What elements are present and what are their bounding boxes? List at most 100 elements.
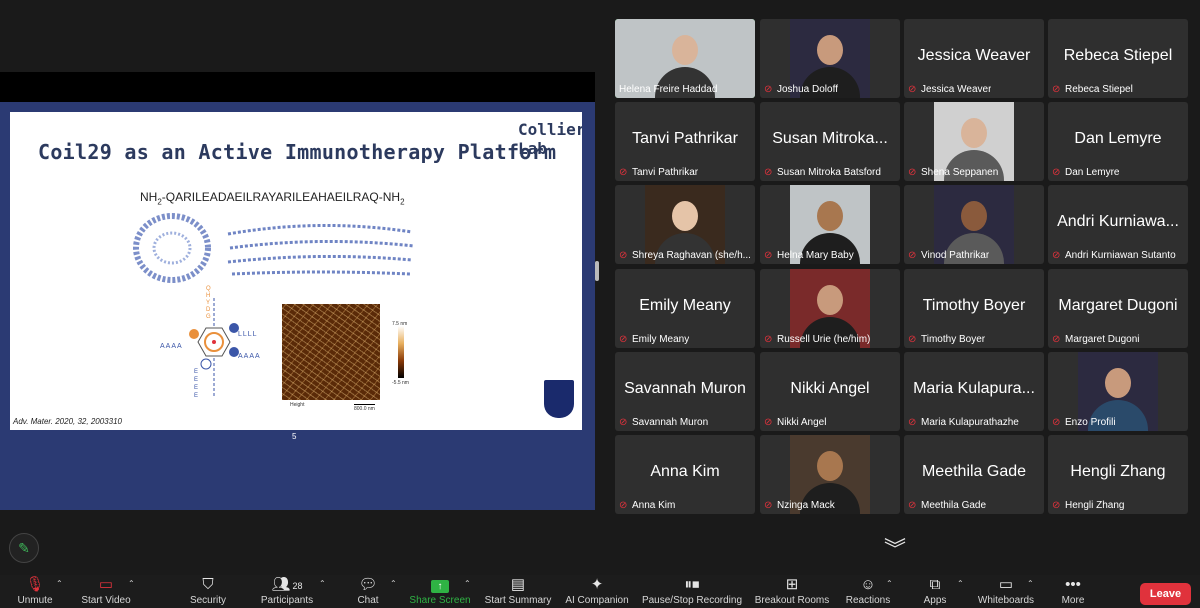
shared-screen: Coil29 as an Active Immunotherapy Platfo… bbox=[0, 72, 595, 510]
breakout-rooms-label: Breakout Rooms bbox=[754, 595, 830, 606]
apps-options-caret[interactable]: ⌃ bbox=[957, 579, 964, 588]
participant-tile[interactable]: ⊘ Shena Seppanen bbox=[904, 102, 1044, 181]
participant-count: 28 bbox=[292, 581, 303, 591]
ai-companion-label: AI Companion bbox=[565, 595, 629, 606]
person-head bbox=[672, 201, 698, 231]
participant-tile[interactable]: Hengli Zhang ⊘ Hengli Zhang bbox=[1048, 435, 1188, 514]
participant-name: Hengli Zhang bbox=[1065, 500, 1125, 511]
participant-name: Nzinga Mack bbox=[777, 500, 835, 511]
breakout-rooms-button[interactable]: ⊞ Breakout Rooms bbox=[752, 575, 832, 608]
participant-tile[interactable]: Helena Freire Haddad bbox=[615, 19, 755, 98]
share-options-caret[interactable]: ⌃ bbox=[464, 579, 471, 588]
start-video-button[interactable]: ▭ Start Video bbox=[78, 575, 134, 608]
participant-tile[interactable]: ⊘ Shreya Raghavan (she/h... bbox=[615, 185, 755, 264]
breakout-grid-icon: ⊞ bbox=[785, 576, 799, 593]
muted-microphone-icon: ⊘ bbox=[764, 84, 773, 95]
participant-tile[interactable]: Nikki Angel ⊘ Nikki Angel bbox=[760, 352, 900, 431]
chat-options-caret[interactable]: ⌃ bbox=[390, 579, 397, 588]
participant-tile[interactable]: Emily Meany ⊘ Emily Meany bbox=[615, 269, 755, 348]
participant-name: Shena Seppanen bbox=[921, 167, 999, 178]
participant-tile[interactable]: Rebeca Stiepel ⊘ Rebeca Stiepel bbox=[1048, 19, 1188, 98]
participant-tile[interactable]: Anna Kim ⊘ Anna Kim bbox=[615, 435, 755, 514]
apps-label: Apps bbox=[923, 595, 947, 606]
participant-display-name: Hengli Zhang bbox=[1070, 463, 1166, 480]
participant-name-label: ⊘ Savannah Muron bbox=[619, 417, 751, 428]
slide-title: Coil29 as an Active Immunotherapy Platfo… bbox=[38, 140, 557, 164]
presentation-slide: Coil29 as an Active Immunotherapy Platfo… bbox=[10, 112, 582, 430]
participants-options-caret[interactable]: ⌃ bbox=[319, 579, 326, 588]
pause-stop-recording-button[interactable]: ⏸︎⏹︎ Pause/Stop Recording bbox=[640, 575, 744, 608]
participant-name-label: ⊘ Enzo Profili bbox=[1052, 417, 1184, 428]
annotate-pencil-icon[interactable]: ✎ bbox=[9, 533, 39, 563]
participant-display-name: Timothy Boyer bbox=[922, 297, 1026, 314]
afm-color-scale bbox=[398, 326, 404, 378]
participant-name-label: ⊘ Anna Kim bbox=[619, 500, 751, 511]
muted-microphone-icon: ⊘ bbox=[619, 250, 628, 261]
participant-name: Helna Mary Baby bbox=[777, 250, 854, 261]
unmute-label: Unmute bbox=[17, 595, 53, 606]
reactions-options-caret[interactable]: ⌃ bbox=[886, 579, 893, 588]
participant-tile[interactable]: Susan Mitroka... ⊘ Susan Mitroka Batsford bbox=[760, 102, 900, 181]
participant-name-label: ⊘ Shreya Raghavan (she/h... bbox=[619, 250, 751, 261]
participant-tile[interactable]: Tanvi Pathrikar ⊘ Tanvi Pathrikar bbox=[615, 102, 755, 181]
start-summary-button[interactable]: ▤ Start Summary bbox=[482, 575, 554, 608]
participant-tile[interactable]: Savannah Muron ⊘ Savannah Muron bbox=[615, 352, 755, 431]
more-button[interactable]: ••• More bbox=[1056, 575, 1090, 608]
video-options-caret[interactable]: ⌃ bbox=[128, 579, 135, 588]
afm-height-label: Height bbox=[290, 402, 305, 408]
participant-tile[interactable]: Jessica Weaver ⊘ Jessica Weaver bbox=[904, 19, 1044, 98]
participant-name: Timothy Boyer bbox=[921, 334, 986, 345]
participant-name-label: ⊘ Tanvi Pathrikar bbox=[619, 167, 751, 178]
muted-microphone-icon: ⊘ bbox=[619, 417, 628, 428]
share-screen-button[interactable]: ↑ Share Screen bbox=[408, 575, 472, 608]
wheel-right-residues: AAAA bbox=[238, 353, 261, 360]
participant-tile[interactable]: Andri Kurniawa... ⊘ Andri Kurniawan Sutant… bbox=[1048, 185, 1188, 264]
audio-options-caret[interactable]: ⌃ bbox=[56, 579, 63, 588]
ai-companion-button[interactable]: ✦ AI Companion bbox=[562, 575, 632, 608]
participants-button[interactable]: 👥︎ 28 Participants bbox=[256, 575, 318, 608]
unmute-button[interactable]: 🎙︎ Unmute bbox=[12, 575, 58, 608]
participant-name-label: ⊘ Nzinga Mack bbox=[764, 500, 896, 511]
participant-tile[interactable]: Dan Lemyre ⊘ Dan Lemyre bbox=[1048, 102, 1188, 181]
muted-microphone-icon: ⊘ bbox=[908, 167, 917, 178]
participant-tile[interactable]: ⊘ Russell Urie (he/him) bbox=[760, 269, 900, 348]
chevron-down-icon[interactable]: ︾ bbox=[884, 539, 906, 561]
share-screen-icon: ↑ bbox=[431, 580, 449, 593]
participant-tile[interactable]: ⊘ Enzo Profili bbox=[1048, 352, 1188, 431]
pause-stop-icon: ⏸︎⏹︎ bbox=[684, 576, 700, 593]
person-head bbox=[817, 201, 843, 231]
participant-name: Rebeca Stiepel bbox=[1065, 84, 1133, 95]
participant-name-label: ⊘ Joshua Doloff bbox=[764, 84, 896, 95]
split-resize-handle[interactable] bbox=[595, 261, 599, 281]
muted-microphone-icon: ⊘ bbox=[764, 334, 773, 345]
participant-tile[interactable]: Timothy Boyer ⊘ Timothy Boyer bbox=[904, 269, 1044, 348]
chat-button[interactable]: 💬︎ Chat bbox=[352, 575, 384, 608]
video-off-icon: ▭ bbox=[98, 576, 114, 593]
start-video-label: Start Video bbox=[81, 595, 131, 606]
participant-name-label: ⊘ Maria Kulapurathazhe bbox=[908, 417, 1040, 428]
participant-display-name: Tanvi Pathrikar bbox=[632, 130, 738, 147]
apps-icon: ⧉ bbox=[929, 576, 941, 593]
apps-button[interactable]: ⧉ Apps bbox=[918, 575, 952, 608]
participant-name: Tanvi Pathrikar bbox=[632, 167, 699, 178]
participant-name: Jessica Weaver bbox=[921, 84, 992, 95]
participant-tile[interactable]: Meethila Gade ⊘ Meethila Gade bbox=[904, 435, 1044, 514]
start-summary-label: Start Summary bbox=[484, 595, 552, 606]
participant-tile[interactable]: ⊘ Nzinga Mack bbox=[760, 435, 900, 514]
participant-name: Helena Freire Haddad bbox=[619, 84, 718, 95]
participant-tile[interactable]: ⊘ Joshua Doloff bbox=[760, 19, 900, 98]
participant-name-label: ⊘ Vinod Pathrikar bbox=[908, 250, 1040, 261]
security-button[interactable]: ⛉ Security bbox=[185, 575, 231, 608]
participant-tile[interactable]: ⊘ Helna Mary Baby bbox=[760, 185, 900, 264]
participant-tile[interactable]: ⊘ Vinod Pathrikar bbox=[904, 185, 1044, 264]
participant-tile[interactable]: Maria Kulapura... ⊘ Maria Kulapurathazhe bbox=[904, 352, 1044, 431]
slide-frame: Coil29 as an Active Immunotherapy Platfo… bbox=[0, 102, 595, 510]
muted-microphone-icon: ⊘ bbox=[1052, 417, 1061, 428]
participant-tile[interactable]: Margaret Dugoni ⊘ Margaret Dugoni bbox=[1048, 269, 1188, 348]
participant-name: Vinod Pathrikar bbox=[921, 250, 990, 261]
scale-top-label: 7.5 nm bbox=[392, 321, 408, 327]
whiteboards-options-caret[interactable]: ⌃ bbox=[1027, 579, 1034, 588]
sequence-subscript-2: 2 bbox=[400, 197, 405, 207]
security-label: Security bbox=[189, 595, 227, 606]
leave-button[interactable]: Leave bbox=[1140, 583, 1191, 605]
